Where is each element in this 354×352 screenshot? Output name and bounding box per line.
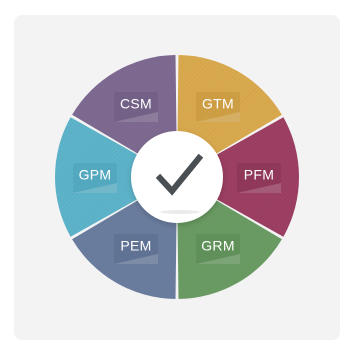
check-shadow [160, 210, 200, 214]
segment-label: GRM [201, 238, 235, 254]
segment-label: CSM [120, 96, 152, 112]
segment-wheel: CSM GTM PFM GRM PEM GPM [55, 55, 299, 299]
center-badge [131, 131, 223, 223]
segment-label: GPM [79, 167, 112, 183]
segment-label: PFM [244, 167, 274, 183]
center-circle [131, 131, 223, 223]
segment-label: PEM [120, 238, 151, 254]
segment-label: GTM [202, 96, 234, 112]
